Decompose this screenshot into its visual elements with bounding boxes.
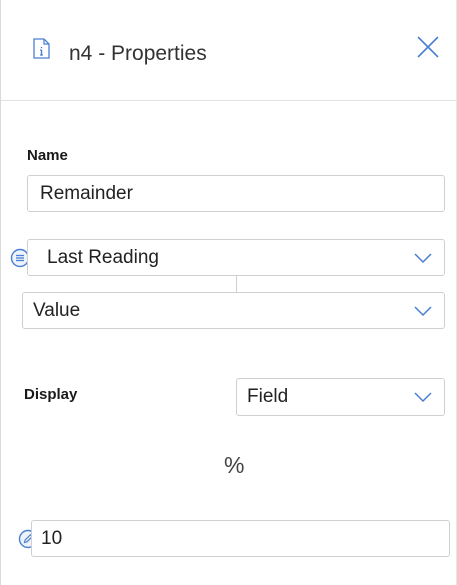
name-label: Name [27,147,68,164]
value-select[interactable]: Value [22,292,445,329]
panel-title: n4 - Properties [69,42,207,65]
display-select-value: Field [247,386,289,407]
close-icon[interactable] [415,34,441,60]
properties-panel: n4 - Properties Name Remainder Last Read… [0,0,457,585]
chevron-down-icon [414,305,432,316]
reading-select-value: Last Reading [47,246,159,268]
display-select[interactable]: Field [236,378,445,416]
percent-symbol: % [224,452,245,478]
value-select-value: Value [33,299,81,321]
panel-header: n4 - Properties [1,0,456,101]
chevron-down-icon [414,252,432,263]
number-input-value: 10 [41,527,63,549]
reading-select[interactable]: Last Reading [27,239,445,276]
document-info-icon [33,38,50,59]
number-input[interactable]: 10 [31,520,450,557]
display-label: Display [24,386,78,403]
chevron-down-icon [414,392,432,402]
connector-line [236,276,237,292]
name-input-value: Remainder [40,182,133,204]
name-input[interactable]: Remainder [27,175,445,212]
